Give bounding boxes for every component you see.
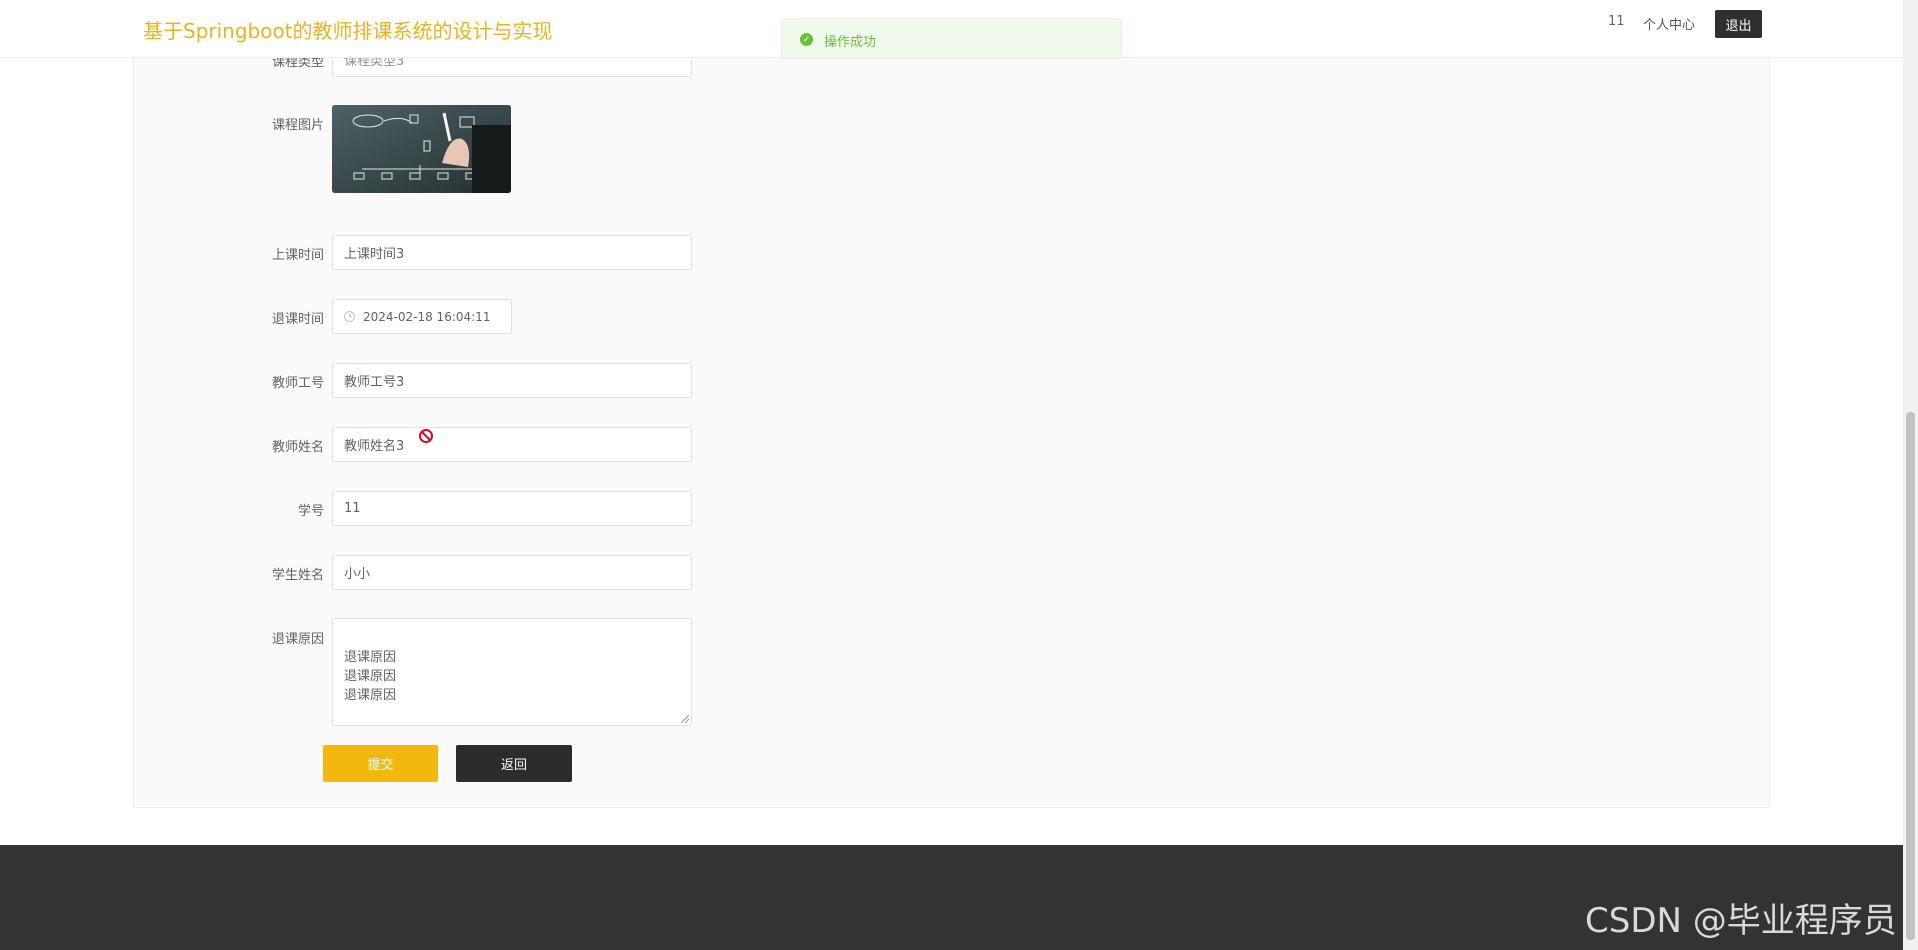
teacher-id-label: 教师工号 — [271, 376, 324, 391]
back-button[interactable]: 返回 — [456, 745, 572, 782]
student-id-input[interactable]: 11 — [332, 491, 692, 526]
not-allowed-cursor-icon — [419, 429, 433, 443]
drop-reason-label: 退课原因 — [271, 632, 324, 647]
teacher-id-value: 教师工号3 — [344, 375, 405, 390]
class-time-value: 上课时间3 — [344, 247, 405, 262]
drop-time-value: 2024-02-18 16:04:11 — [363, 309, 491, 324]
personal-center-link[interactable]: 个人中心 — [1643, 14, 1695, 33]
submit-button[interactable]: 提交 — [323, 745, 438, 782]
teacher-name-label: 教师姓名 — [271, 440, 324, 455]
course-image[interactable] — [332, 105, 511, 193]
drop-reason-value: 退课原因 退课原因 退课原因 — [344, 650, 397, 703]
scrollbar-thumb[interactable] — [1906, 412, 1915, 940]
toast-message: 操作成功 — [824, 35, 877, 50]
watermark-text: CSDN @毕业程序员 — [1585, 901, 1897, 941]
clock-icon — [344, 311, 355, 322]
success-check-icon: ✓ — [800, 33, 813, 46]
drop-time-label: 退课时间 — [271, 312, 324, 327]
teacher-name-input[interactable]: 教师姓名3 — [332, 427, 692, 462]
student-id-label: 学号 — [297, 504, 324, 519]
class-time-label: 上课时间 — [271, 248, 324, 263]
resize-handle[interactable] — [681, 715, 689, 723]
course-image-label: 课程图片 — [271, 118, 324, 133]
teacher-name-value: 教师姓名3 — [344, 439, 405, 454]
drop-time-picker[interactable]: 2024-02-18 16:04:11 — [332, 299, 512, 334]
drop-reason-textarea[interactable]: 退课原因 退课原因 退课原因 — [332, 618, 692, 726]
class-time-input[interactable]: 上课时间3 — [332, 235, 692, 270]
student-name-label: 学生姓名 — [271, 568, 324, 583]
student-name-input[interactable]: 小小 — [332, 555, 692, 590]
teacher-id-input[interactable]: 教师工号3 — [332, 363, 692, 398]
course-image-picture — [332, 105, 511, 193]
student-id-value: 11 — [344, 501, 361, 516]
student-name-value: 小小 — [344, 567, 371, 582]
user-id-text: 11 — [1608, 14, 1625, 29]
site-title: 基于Springboot的教师排课系统的设计与实现 — [143, 19, 553, 43]
vertical-scrollbar[interactable] — [1903, 0, 1918, 950]
logout-button[interactable]: 退出 — [1715, 10, 1762, 38]
success-toast: ✓ 操作成功 — [781, 18, 1122, 59]
